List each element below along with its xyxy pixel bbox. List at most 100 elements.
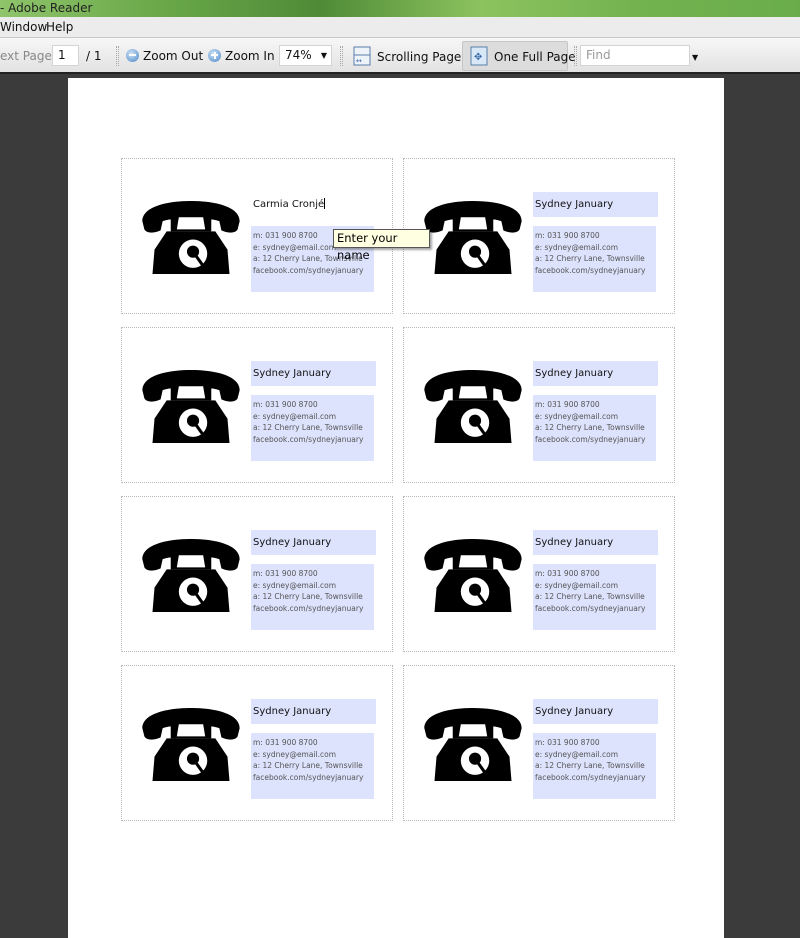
- contact-line: m: 031 900 8700: [535, 231, 600, 240]
- toolbar: ext Page 1 / 1 Zoom Out Zoom In 74% ▼ ↔ Sc…: [0, 38, 800, 74]
- menu-help[interactable]: Help: [46, 17, 73, 37]
- contact-info-field[interactable]: m: 031 900 8700 e: sydney@email.com a: 12 …: [251, 733, 374, 799]
- contact-line: facebook.com/sydneyjanuary: [253, 434, 364, 444]
- contact-line: m: 031 900 8700: [535, 738, 600, 747]
- contact-info-field[interactable]: m: 031 900 8700 e: sydney@email.com a: 12 …: [533, 395, 656, 461]
- contact-line: facebook.com/sydneyjanuary: [535, 265, 646, 275]
- name-value: Sydney January: [253, 368, 332, 379]
- contact-info-field[interactable]: m: 031 900 8700 e: sydney@email.com a: 12 …: [533, 733, 656, 799]
- name-value: Sydney January: [253, 706, 332, 717]
- contact-line: m: 031 900 8700: [535, 569, 600, 578]
- telephone-icon: [142, 539, 240, 612]
- telephone-icon: [424, 370, 522, 443]
- telephone-icon: [142, 708, 240, 781]
- toolbar-separator: [574, 46, 577, 66]
- text-caret: [324, 198, 326, 209]
- telephone-icon: [424, 539, 522, 612]
- business-card: Sydney January m: 031 900 8700 e: sydney@…: [403, 496, 675, 652]
- svg-text:↔: ↔: [356, 57, 362, 65]
- telephone-icon: [424, 708, 522, 781]
- contact-line: facebook.com/sydneyjanuary: [253, 772, 364, 782]
- contact-line: a: 12 Cherry Lane, Townsville: [253, 423, 363, 432]
- business-card: Sydney January m: 031 900 8700 e: sydney@…: [403, 665, 675, 821]
- toolbar-separator: [340, 46, 343, 66]
- contact-line: facebook.com/sydneyjanuary: [535, 434, 646, 444]
- zoom-select[interactable]: 74% ▼: [279, 45, 332, 66]
- telephone-icon: [424, 201, 522, 274]
- scrolling-pages-label: Scrolling Pages: [377, 50, 468, 64]
- zoom-out-label: Zoom Out: [143, 49, 204, 63]
- name-field[interactable]: Sydney January: [533, 192, 658, 217]
- title-bar: - Adobe Reader: [0, 0, 800, 17]
- next-page-button[interactable]: ext Page: [0, 48, 52, 64]
- scrolling-pages-icon: ↔: [353, 46, 371, 66]
- window-title: - Adobe Reader: [0, 1, 93, 15]
- name-field[interactable]: Sydney January: [533, 530, 658, 555]
- contact-line: facebook.com/sydneyjanuary: [253, 265, 364, 275]
- page-number-input[interactable]: 1: [52, 45, 79, 66]
- contact-info-field[interactable]: m: 031 900 8700 e: sydney@email.com a: 12 …: [533, 226, 656, 292]
- business-card: Sydney January m: 031 900 8700 e: sydney@…: [121, 496, 393, 652]
- contact-line: a: 12 Cherry Lane, Townsville: [253, 761, 363, 770]
- zoom-out-button[interactable]: Zoom Out: [126, 48, 203, 64]
- scrolling-pages-button[interactable]: ↔ Scrolling Pages: [353, 46, 468, 66]
- contact-line: m: 031 900 8700: [253, 738, 318, 747]
- contact-info-field[interactable]: m: 031 900 8700 e: sydney@email.com a: 12 …: [251, 395, 374, 461]
- one-full-page-icon: ✥: [470, 46, 488, 66]
- chevron-down-icon: ▼: [320, 51, 327, 60]
- name-field[interactable]: Sydney January: [533, 361, 658, 386]
- contact-info-field[interactable]: m: 031 900 8700 e: sydney@email.com a: 12 …: [251, 564, 374, 630]
- contact-line: m: 031 900 8700: [253, 400, 318, 409]
- contact-line: e: sydney@email.com: [535, 580, 619, 590]
- name-value: Sydney January: [535, 537, 614, 548]
- find-dropdown-icon[interactable]: ▼: [692, 50, 698, 66]
- business-card: Sydney January m: 031 900 8700 e: sydney@…: [121, 665, 393, 821]
- contact-line: a: 12 Cherry Lane, Townsville: [535, 592, 645, 601]
- zoom-out-icon: [126, 49, 139, 62]
- contact-line: e: sydney@email.com: [253, 749, 337, 759]
- contact-line: facebook.com/sydneyjanuary: [535, 603, 646, 613]
- name-value: Sydney January: [535, 368, 614, 379]
- contact-line: m: 031 900 8700: [535, 400, 600, 409]
- contact-info-field[interactable]: m: 031 900 8700 e: sydney@email.com a: 12 …: [533, 564, 656, 630]
- contact-line: e: sydney@email.com: [535, 411, 619, 421]
- name-field[interactable]: Sydney January: [251, 530, 376, 555]
- contact-line: facebook.com/sydneyjanuary: [253, 603, 364, 613]
- telephone-icon: [142, 370, 240, 443]
- zoom-in-icon: [208, 49, 221, 62]
- contact-line: a: 12 Cherry Lane, Townsville: [535, 254, 645, 263]
- svg-text:✥: ✥: [474, 52, 482, 63]
- contact-line: e: sydney@email.com: [535, 242, 619, 252]
- tooltip: Enter your name: [333, 229, 430, 262]
- contact-line: a: 12 Cherry Lane, Townsville: [535, 761, 645, 770]
- business-card: Sydney January m: 031 900 8700 e: sydney@…: [121, 327, 393, 483]
- name-field[interactable]: Sydney January: [251, 361, 376, 386]
- one-full-page-content[interactable]: ✥ One Full Page: [470, 46, 576, 66]
- telephone-icon: [142, 201, 240, 274]
- name-value: Carmia Cronjé: [253, 199, 325, 210]
- find-placeholder: Find: [586, 48, 611, 62]
- name-value: Sydney January: [535, 706, 614, 717]
- name-value: Sydney January: [535, 199, 614, 210]
- page-total: / 1: [86, 49, 102, 63]
- name-field[interactable]: Sydney January: [251, 699, 376, 724]
- zoom-value: 74%: [285, 48, 312, 62]
- business-card: Sydney January m: 031 900 8700 e: sydney@…: [403, 158, 675, 314]
- contact-line: e: sydney@email.com: [253, 580, 337, 590]
- contact-line: a: 12 Cherry Lane, Townsville: [253, 592, 363, 601]
- contact-line: facebook.com/sydneyjanuary: [535, 772, 646, 782]
- menu-bar: Window Help: [0, 17, 800, 38]
- zoom-in-label: Zoom In: [225, 49, 275, 63]
- contact-line: e: sydney@email.com: [253, 411, 337, 421]
- name-field[interactable]: Carmia Cronjé: [251, 192, 376, 217]
- contact-line: a: 12 Cherry Lane, Townsville: [535, 423, 645, 432]
- find-input[interactable]: Find: [580, 45, 690, 66]
- contact-line: e: sydney@email.com: [535, 749, 619, 759]
- name-value: Sydney January: [253, 537, 332, 548]
- one-full-page-label: One Full Page: [494, 50, 576, 64]
- toolbar-separator: [116, 46, 119, 66]
- name-field[interactable]: Sydney January: [533, 699, 658, 724]
- zoom-in-button[interactable]: Zoom In: [208, 48, 275, 64]
- contact-line: m: 031 900 8700: [253, 569, 318, 578]
- menu-window[interactable]: Window: [0, 17, 47, 37]
